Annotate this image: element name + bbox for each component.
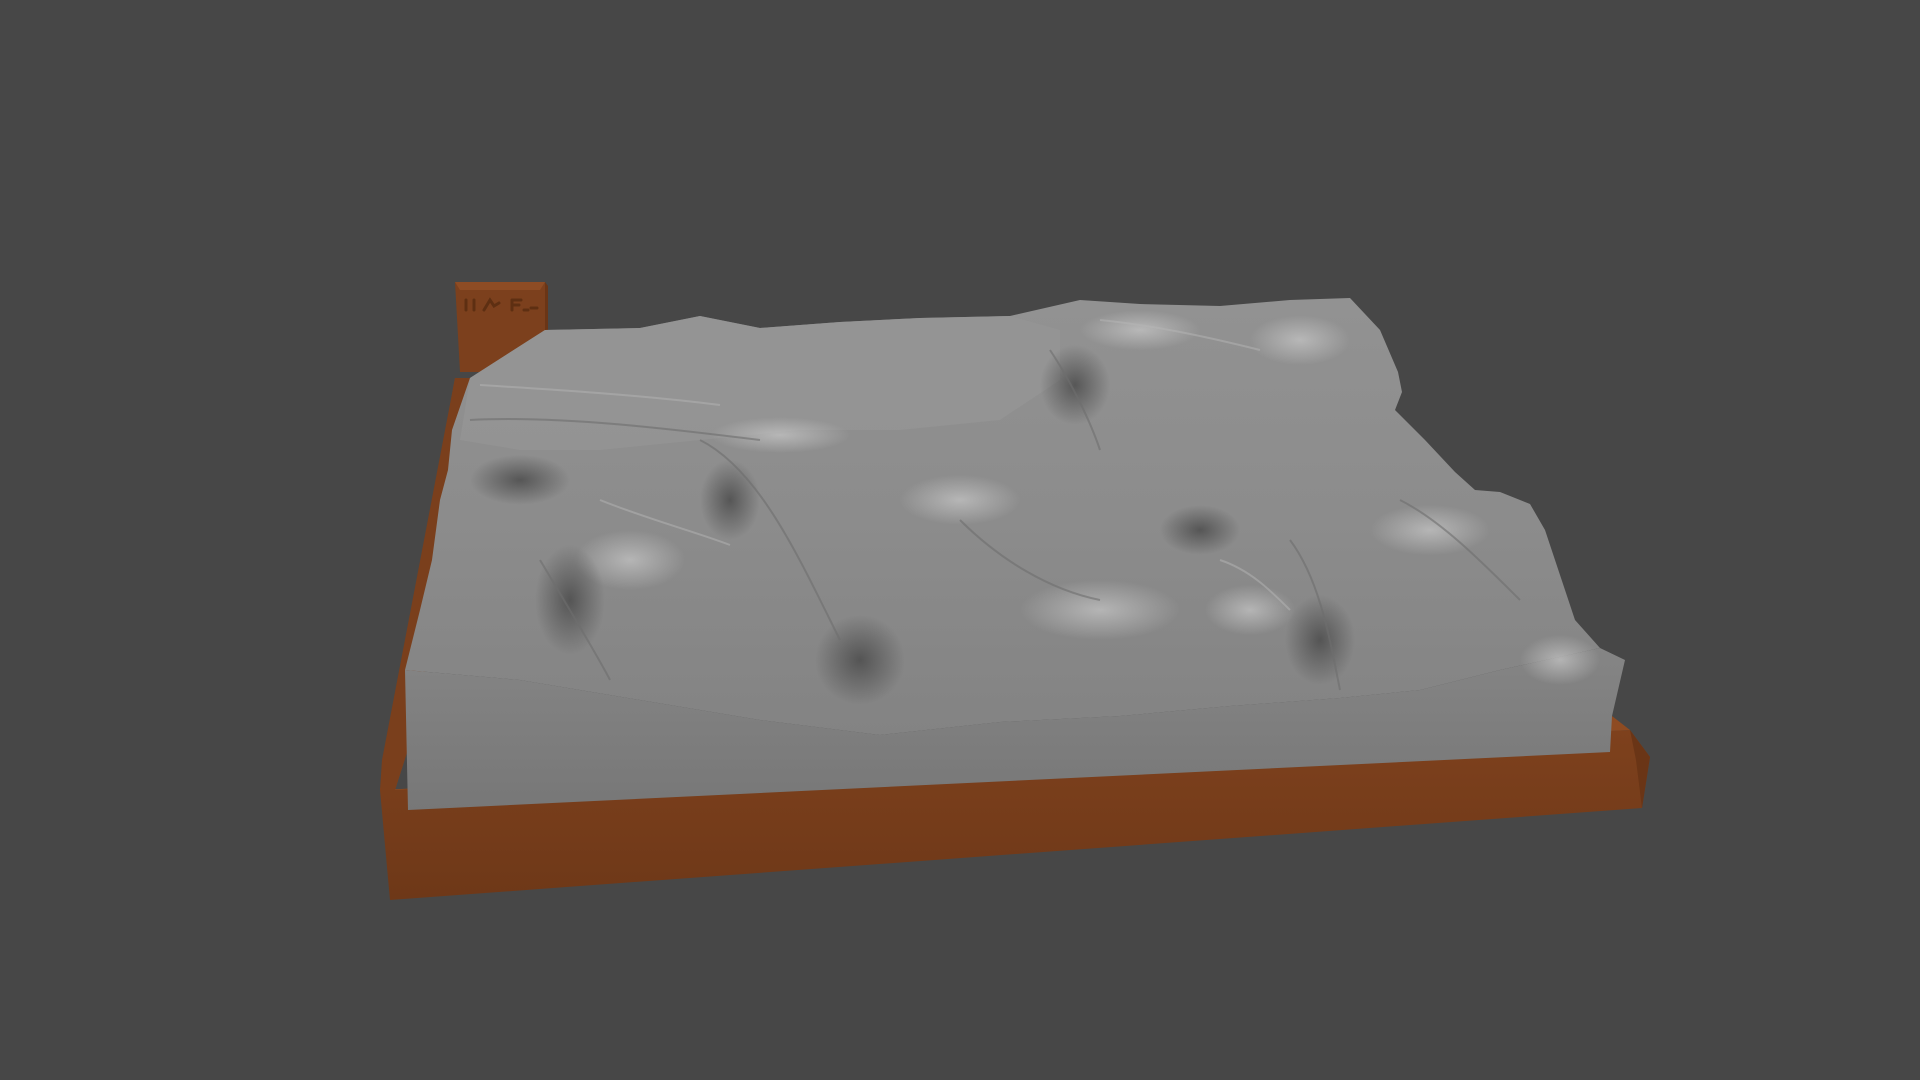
- 3d-viewport[interactable]: [0, 0, 1920, 1080]
- terrain-surface: [405, 298, 1600, 735]
- terrain-model-render: [380, 282, 1650, 900]
